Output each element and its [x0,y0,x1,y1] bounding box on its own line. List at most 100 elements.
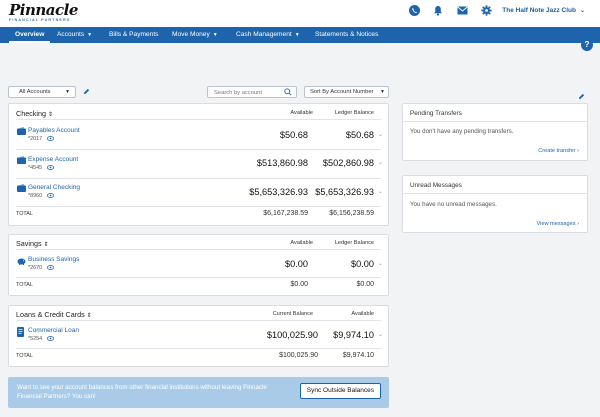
bell-icon[interactable] [432,4,444,16]
search-field[interactable] [207,86,297,98]
edit-icon[interactable] [578,93,585,102]
chevron-down-icon[interactable]: ⌄ [378,131,383,138]
wallet-icon [17,127,26,137]
tab-move-money[interactable]: Move Money ▼ [172,27,218,43]
eye-icon[interactable] [46,136,54,143]
card-title[interactable]: Loans & Credit Cards ⇕ [16,310,92,319]
total-ledger: $6,156,238.59 [329,210,374,217]
gear-icon[interactable] [480,4,492,16]
account-number: *2670 [28,265,54,272]
edit-icon[interactable] [83,88,90,97]
sort-arrows-icon[interactable]: ⇕ [44,242,49,248]
tab-overview[interactable]: Overview [9,27,51,43]
current-balance: $100,025.90 [266,330,318,340]
chevron-down-icon[interactable]: ⌄ [378,188,383,195]
club-selector[interactable]: The Half Note Jazz Club ⌄ [502,7,585,14]
column-header: Available [290,110,313,116]
ledger-balance: $0.00 [351,259,374,269]
section-title: Checking [16,109,46,118]
search-icon[interactable] [284,88,292,98]
total-available: $6,167,238.59 [263,210,308,217]
tab-statements-notices[interactable]: Statements & Notices [315,27,378,43]
phone-icon[interactable] [408,4,420,16]
account-link[interactable]: Business Savings [28,256,79,263]
sort-arrows-icon[interactable]: ⇕ [87,313,92,319]
eye-icon[interactable] [46,336,54,343]
column-header: Current Balance [272,311,313,317]
eye-icon[interactable] [46,165,54,172]
loans-card: Loans & Credit Cards ⇕ Current Balance A… [8,305,389,367]
savings-card: Savings ⇕ Available Ledger Balance Busin… [8,234,389,296]
available-balance: $5,653,326.93 [249,187,308,197]
account-link[interactable]: Payables Account [28,127,80,134]
chevron-down-icon: ▼ [212,32,218,38]
card-title[interactable]: Savings ⇕ [16,239,49,248]
pinnacle-logo[interactable]: Pinnacle FINANCIAL PARTNERS [9,3,78,23]
panel-title: Pending Transfers [410,110,462,117]
panel-title: Unread Messages [410,182,462,189]
chevron-right-icon: › [577,221,579,227]
sort-arrows-icon[interactable]: ⇕ [48,112,53,118]
chevron-down-icon[interactable]: ⌄ [378,260,383,267]
available-credit: $9,974.10 [333,330,374,340]
available-balance: $513,860.98 [256,158,308,168]
card-title[interactable]: Checking ⇕ [16,109,53,118]
total-ledger: $0.00 [356,281,374,288]
available-balance: $0.00 [285,259,308,269]
eye-icon[interactable] [46,265,54,272]
divider [16,119,381,120]
tab-bills-payments[interactable]: Bills & Payments [109,27,158,43]
section-title: Savings [16,239,42,248]
tab-cash-management[interactable]: Cash Management ▼ [236,27,300,43]
chevron-down-icon: ▼ [65,89,70,95]
wallet-icon [17,156,26,166]
create-transfer-link[interactable]: Create transfer › [538,148,579,154]
eye-icon[interactable] [46,193,54,200]
column-header: Ledger Balance [334,110,374,116]
divider [16,206,381,207]
account-filter-dropdown[interactable]: All Accounts ▼ [8,86,76,98]
column-header: Ledger Balance [334,240,374,246]
ledger-balance: $502,860.98 [322,158,374,168]
tab-accounts[interactable]: Accounts ▼ [57,27,92,43]
account-link[interactable]: Commercial Loan [28,327,79,334]
divider [16,277,381,278]
available-balance: $50.68 [279,130,308,140]
sort-dropdown[interactable]: Sort By Account Number ▼ [304,86,389,98]
divider [403,193,587,194]
divider [16,249,381,250]
panel-message: You don't have any pending transfers. [410,128,514,135]
chevron-down-icon[interactable]: ⌄ [378,331,383,338]
link-label: View messages [536,221,576,227]
account-number-text: *5254 [28,336,43,342]
sync-banner: Want to see your account balances from o… [8,377,389,408]
header-icons: The Half Note Jazz Club ⌄ [396,4,585,16]
total-available: $9,974.10 [342,352,374,359]
checking-card: Checking ⇕ Available Ledger Balance Paya… [8,103,389,226]
sync-outside-balances-button[interactable]: Sync Outside Balances [299,383,381,399]
search-input[interactable] [214,88,284,97]
help-button[interactable]: ? [581,39,593,51]
total-available: $0.00 [290,281,308,288]
chevron-down-icon[interactable]: ⌄ [378,159,383,166]
mail-icon[interactable] [456,4,468,16]
account-number-text: *4545 [28,165,43,171]
view-messages-link[interactable]: View messages › [536,221,579,227]
tab-label: Statements & Notices [315,31,379,38]
document-icon [17,327,24,339]
dropdown-value: Sort By Account Number [310,89,374,95]
divider [16,320,381,321]
tab-label: Cash Management [236,31,292,38]
total-label: TOTAL [16,353,33,359]
account-link[interactable]: General Checking [28,184,80,191]
top-header: Pinnacle FINANCIAL PARTNERS The Half Not… [0,0,600,27]
chevron-down-icon: ▼ [380,89,385,95]
section-title: Loans & Credit Cards [16,310,85,319]
pending-transfers-panel: Pending Transfers You don't have any pen… [402,103,588,161]
account-number-text: *2670 [28,265,43,271]
account-link[interactable]: Expense Account [28,156,78,163]
main-nav: Overview Accounts ▼ Bills & Payments Move… [0,27,600,43]
tab-label: Move Money [172,31,210,38]
chevron-down-icon: ▼ [87,32,93,38]
total-label: TOTAL [16,211,33,217]
